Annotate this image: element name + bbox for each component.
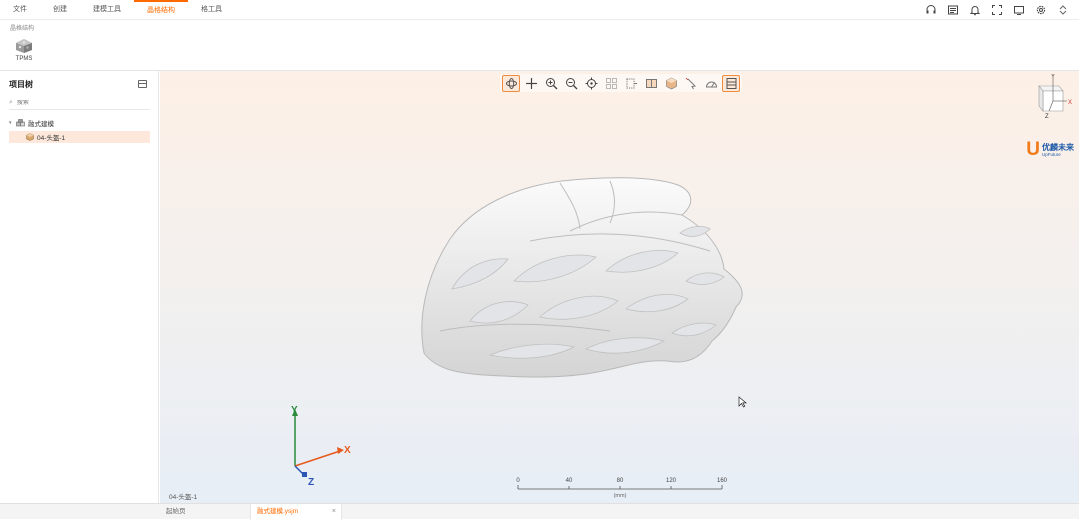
- tree-search-input[interactable]: [16, 100, 137, 106]
- expand-icon[interactable]: [1055, 2, 1071, 18]
- measure-button[interactable]: [702, 75, 720, 92]
- scale-tick-label: 40: [566, 478, 573, 484]
- cube-x-label: X: [1068, 100, 1072, 106]
- top-right-icons: [923, 2, 1071, 18]
- tree-item-part[interactable]: 04-头盔-1: [9, 131, 150, 143]
- section-button[interactable]: [622, 75, 640, 92]
- axis-y-label: Y: [291, 405, 298, 416]
- brand-name: 优麟未来: [1042, 142, 1074, 152]
- shading-icon: [665, 77, 677, 89]
- tree-item-label: 融式建模: [28, 121, 54, 128]
- lattice-cube-icon: [16, 39, 32, 53]
- gear-icon[interactable]: [1033, 2, 1049, 18]
- zoom-area-icon: [565, 77, 577, 89]
- bell-icon[interactable]: [967, 2, 983, 18]
- project-tree-title: 项目树: [9, 80, 33, 89]
- tree-search: ⌕: [9, 97, 150, 110]
- measure-icon: [705, 81, 717, 87]
- mouse-cursor-icon: [738, 396, 747, 408]
- fit-view-icon: [585, 77, 597, 89]
- select-box-icon: [605, 77, 617, 89]
- brand-mark: U: [1026, 139, 1040, 160]
- helmet-model[interactable]: [410, 171, 760, 386]
- tab-label: 融式建模.ysjm: [257, 508, 299, 515]
- pan-button[interactable]: [522, 75, 540, 92]
- search-icon: ⌕: [9, 99, 13, 106]
- cube-y-label: Y: [1051, 74, 1055, 80]
- 3d-viewport[interactable]: Y X Z U 优麟未来 UpFuture Y X Z 04-头盔-1 0 40…: [160, 71, 1079, 503]
- assembly-icon: [16, 119, 25, 127]
- tab-document[interactable]: 融式建模.ysjm ×: [250, 504, 342, 520]
- scale-unit-label: (mm): [614, 493, 627, 499]
- display-mode-button[interactable]: [722, 74, 740, 92]
- ribbon: 晶格结构 TPMS: [0, 20, 1079, 71]
- pick-icon: [685, 77, 696, 89]
- tree-item-assembly[interactable]: ▾ 融式建模: [9, 117, 150, 129]
- zoom-area-button[interactable]: [562, 75, 580, 92]
- expand-caret-icon[interactable]: ▾: [9, 120, 16, 126]
- brand-logo: U 优麟未来 UpFuture: [1026, 139, 1074, 160]
- display-mode-icon: [726, 77, 736, 89]
- model-name-label: 04-头盔-1: [169, 494, 198, 501]
- view-cube[interactable]: Y X Z: [1019, 74, 1074, 129]
- close-icon[interactable]: ×: [332, 504, 336, 520]
- document-tabs: 起始页 融式建模.ysjm ×: [0, 503, 1079, 520]
- monitor-icon[interactable]: [1011, 2, 1027, 18]
- view-box-button[interactable]: [642, 75, 660, 92]
- menu-file[interactable]: 文件: [0, 0, 40, 20]
- pan-icon: [525, 77, 537, 89]
- zoom-in-icon: [545, 77, 557, 89]
- headset-icon[interactable]: [923, 2, 939, 18]
- select-box-button[interactable]: [602, 75, 620, 92]
- part-icon: [26, 133, 34, 141]
- notes-icon[interactable]: [945, 2, 961, 18]
- zoom-in-button[interactable]: [542, 75, 560, 92]
- axis-triad: Y X Z: [291, 405, 351, 486]
- section-icon: [626, 78, 637, 88]
- panel-toggle-icon[interactable]: [138, 80, 147, 88]
- tpms-label: TPMS: [15, 56, 33, 62]
- cube-z-label: Z: [1045, 114, 1049, 120]
- view-box-icon: [645, 78, 657, 88]
- view-toolbar: [500, 74, 742, 92]
- tab-label: 起始页: [166, 508, 186, 515]
- brand-subtitle: UpFuture: [1042, 151, 1061, 157]
- fit-view-button[interactable]: [582, 75, 600, 92]
- menu-lattice-structure[interactable]: 晶格结构: [134, 0, 188, 20]
- tree-item-label: 04-头盔-1: [37, 135, 66, 142]
- axis-z-label: Z: [308, 477, 314, 486]
- scale-tick-label: 160: [717, 478, 728, 484]
- menu-grid-tools[interactable]: 格工具: [188, 0, 235, 20]
- menu-bar: 文件 创建 建模工具 晶格结构 格工具: [0, 0, 1079, 20]
- menu-create[interactable]: 创建: [40, 0, 80, 20]
- scale-tick-label: 0: [516, 478, 520, 484]
- fullscreen-icon[interactable]: [989, 2, 1005, 18]
- shading-button[interactable]: [662, 75, 680, 92]
- scale-bar: 0 40 80 120 160 (mm): [516, 478, 728, 499]
- pick-button[interactable]: [682, 75, 700, 92]
- project-tree-panel: 项目树 ⌕ ▾ 融式建模 04-头盔-1: [0, 71, 159, 503]
- scale-tick-label: 120: [666, 478, 677, 484]
- rotate-button[interactable]: [502, 74, 520, 92]
- rotate-icon: [505, 77, 517, 89]
- menu-modeling-tools[interactable]: 建模工具: [80, 0, 134, 20]
- scale-tick-label: 80: [617, 478, 624, 484]
- tab-start-page[interactable]: 起始页: [160, 504, 250, 520]
- axis-x-label: X: [344, 445, 351, 456]
- tpms-button[interactable]: TPMS: [11, 38, 37, 68]
- ribbon-group-label: 晶格结构: [10, 26, 35, 32]
